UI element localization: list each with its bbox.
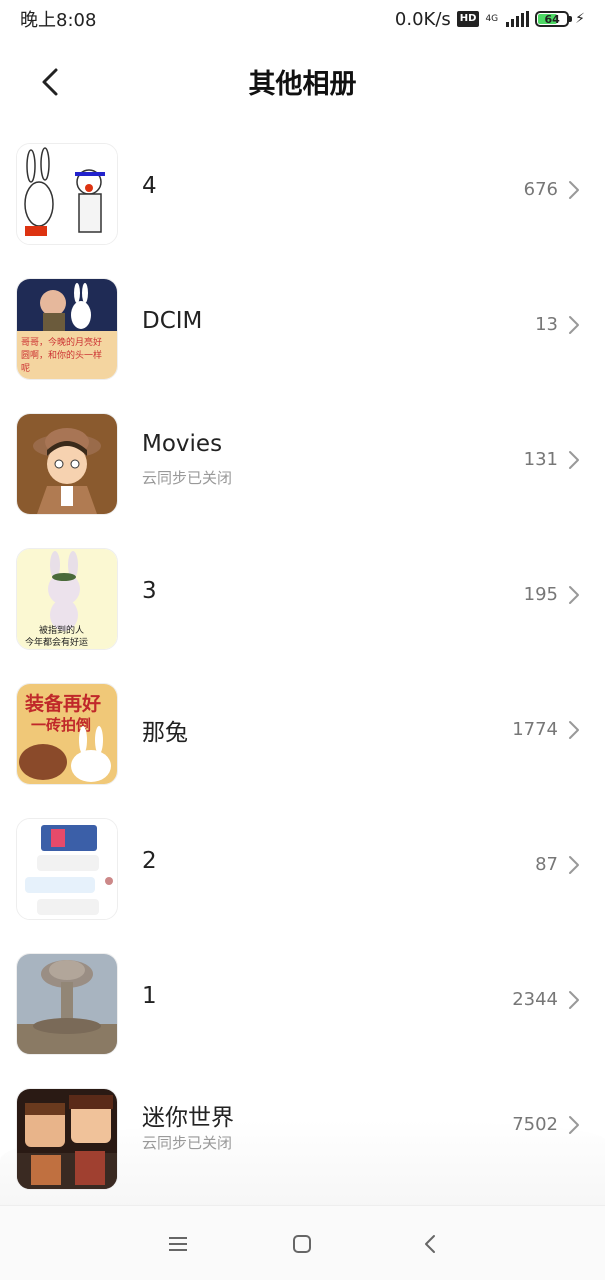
album-count: 13: [535, 314, 558, 335]
status-time: 晚上8:08: [20, 10, 97, 31]
chevron-right-icon: [569, 1116, 579, 1134]
album-row-2[interactable]: 2 87: [0, 798, 605, 933]
album-row-dcim[interactable]: 哥哥，今晚的月亮好 圆啊，和你的头一样 呢 DCIM 13: [0, 258, 605, 393]
page-title: 其他相册: [248, 69, 357, 100]
album-row-natu[interactable]: 装备再好 一砖拍倒 那兔 1774: [0, 663, 605, 798]
chevron-right-icon: [569, 316, 579, 334]
thumb-caption-1: 装备再好: [24, 692, 101, 715]
hd-badge: HD: [456, 11, 480, 27]
album-name: 1: [142, 983, 157, 1009]
thumb-caption-3: 呢: [21, 363, 30, 374]
chevron-right-icon: [569, 991, 579, 1009]
album-thumbnail: [16, 953, 118, 1055]
album-count: 87: [535, 854, 558, 875]
battery-icon: 64: [535, 11, 573, 27]
net-speed: 0.0K/s: [394, 8, 451, 30]
album-thumbnail: 被指到的人 今年都会有好运: [16, 548, 118, 650]
album-count: 7502: [512, 1114, 558, 1135]
album-subtitle: 云同步已关闭: [142, 1134, 233, 1152]
album-thumbnail: [16, 818, 118, 920]
status-icons: 0.0K/s HD 4G 64 ⚡: [395, 9, 585, 30]
album-row-movies[interactable]: Movies 云同步已关闭 131: [0, 393, 605, 528]
album-thumbnail: 哥哥，今晚的月亮好 圆啊，和你的头一样 呢: [16, 278, 118, 380]
album-name: Movies: [142, 431, 223, 457]
album-count: 131: [523, 449, 558, 470]
chevron-right-icon: [569, 586, 579, 604]
album-name: 迷你世界: [142, 1105, 234, 1131]
status-bar: 晚上8:08 0.0K/s HD 4G 64 ⚡: [0, 0, 605, 38]
album-list: 4 676 哥哥，今晚的月亮好 圆啊，和你的头一样 呢 DCIM 13 Movi…: [0, 123, 605, 1203]
system-back-button[interactable]: [412, 1226, 448, 1262]
charging-icon: ⚡: [575, 11, 585, 27]
system-nav-bar: [0, 1205, 605, 1280]
signal-icon: [506, 11, 530, 27]
album-row-3[interactable]: 被指到的人 今年都会有好运 3 195: [0, 528, 605, 663]
album-name: 4: [142, 173, 157, 199]
album-count: 2344: [512, 989, 558, 1010]
chevron-right-icon: [569, 856, 579, 874]
album-thumbnail: [16, 143, 118, 245]
thumb-caption-2: 圆啊，和你的头一样: [21, 349, 102, 361]
chevron-right-icon: [569, 181, 579, 199]
album-count: 195: [523, 584, 558, 605]
album-count: 1774: [512, 719, 558, 740]
header: 其他相册: [0, 40, 605, 124]
chevron-right-icon: [569, 721, 579, 739]
album-name: DCIM: [142, 308, 203, 334]
album-name: 3: [142, 578, 157, 604]
thumb-caption-1: 被指到的人: [39, 624, 84, 636]
chevron-right-icon: [569, 451, 579, 469]
album-row-mini-world[interactable]: 迷你世界 云同步已关闭 7502: [0, 1068, 605, 1203]
album-row-1[interactable]: 1 2344: [0, 933, 605, 1068]
menu-icon: [169, 1237, 187, 1251]
network-type: 4G: [485, 13, 499, 24]
home-button[interactable]: [284, 1226, 320, 1262]
album-name: 2: [142, 848, 157, 874]
thumb-caption-2: 今年都会有好运: [25, 636, 88, 648]
home-square-icon: [293, 1235, 311, 1253]
thumb-caption-1: 哥哥，今晚的月亮好: [21, 336, 102, 348]
album-subtitle: 云同步已关闭: [142, 469, 233, 487]
album-thumbnail: [16, 1088, 118, 1190]
battery-level: 64: [544, 12, 560, 26]
album-count: 676: [523, 179, 558, 200]
album-row-4[interactable]: 4 676: [0, 123, 605, 258]
recents-button[interactable]: [160, 1226, 196, 1262]
back-triangle-icon: [425, 1235, 435, 1253]
album-thumbnail: 装备再好 一砖拍倒: [16, 683, 118, 785]
album-name: 那兔: [142, 720, 188, 746]
album-thumbnail: [16, 413, 118, 515]
